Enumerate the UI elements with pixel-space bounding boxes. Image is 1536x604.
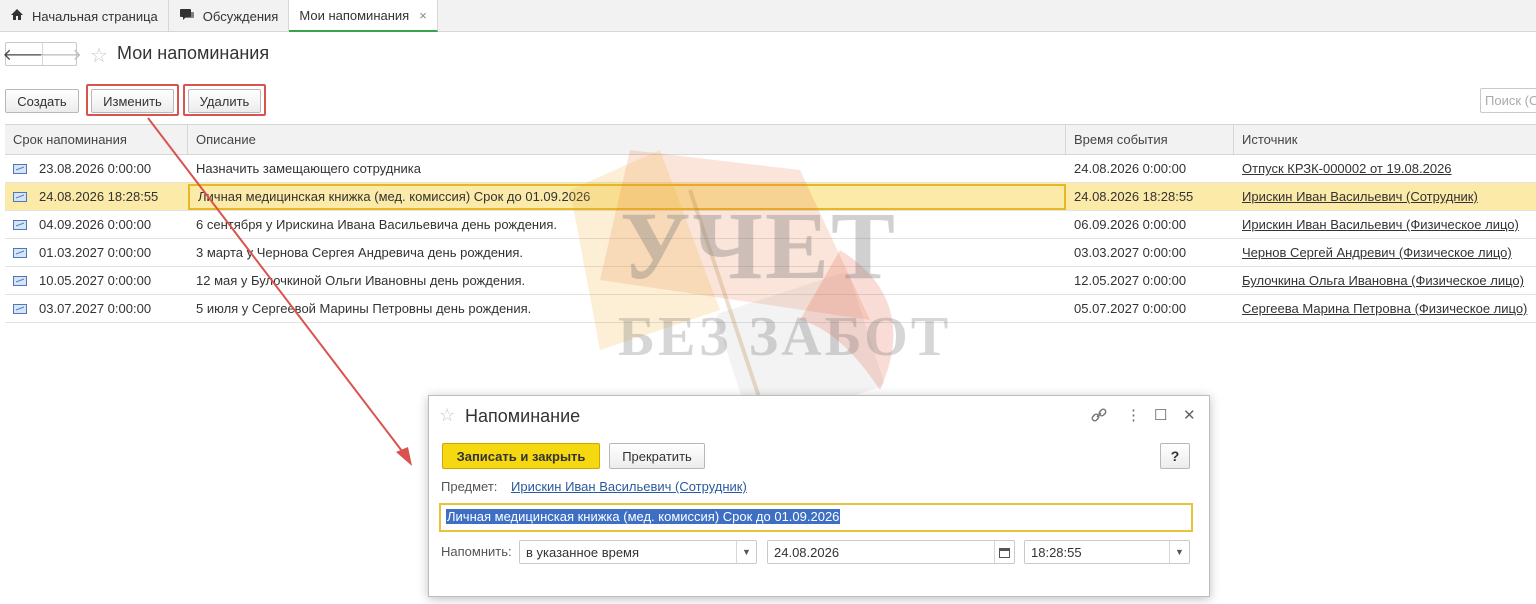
favorite-star-icon[interactable]: ☆ [90, 43, 108, 68]
cell-source-link[interactable]: Булочкина Ольга Ивановна (Физическое лиц… [1234, 267, 1536, 295]
maximize-icon[interactable]: ☐ [1154, 406, 1167, 424]
cell-event-time: 03.03.2027 0:00:00 [1074, 245, 1187, 260]
dialog-title: Напоминание [465, 406, 581, 426]
cell-source-link[interactable]: Ирискин Иван Васильевич (Сотрудник) [1234, 183, 1536, 211]
cell-event-time: 24.08.2026 0:00:00 [1074, 161, 1187, 176]
remind-mode-value: в указанное время [526, 545, 640, 560]
tab-discussions[interactable]: Обсуждения [169, 0, 290, 32]
reminder-icon [13, 163, 27, 174]
reminder-icon [13, 303, 27, 314]
reminder-icon [13, 219, 27, 230]
cell-due: 23.08.2026 0:00:00 [39, 161, 152, 176]
back-arrow-icon[interactable]: 🡐 [3, 43, 46, 65]
column-header-source[interactable]: Источник [1234, 125, 1536, 154]
chat-icon [179, 8, 195, 25]
cell-due: 03.07.2027 0:00:00 [39, 301, 152, 316]
stop-button[interactable]: Прекратить [609, 443, 705, 469]
favorite-star-icon[interactable]: ☆ [439, 405, 455, 426]
create-button[interactable]: Создать [5, 89, 79, 113]
link-icon[interactable] [1090, 406, 1108, 428]
column-header-due[interactable]: Срок напоминания [5, 125, 188, 154]
cell-due: 01.03.2027 0:00:00 [39, 245, 152, 260]
tab-label: Обсуждения [202, 8, 279, 24]
table-header: Срок напоминания Описание Время события … [5, 124, 1536, 155]
tab-bar: Начальная страница Обсуждения Мои напоми… [0, 0, 1536, 32]
cell-source-link[interactable]: Сергеева Марина Петровна (Физическое лиц… [1234, 295, 1536, 323]
close-icon[interactable]: ✕ [1183, 406, 1196, 424]
date-field[interactable]: 24.08.2026 [767, 540, 1015, 564]
cell-due: 10.05.2027 0:00:00 [39, 273, 152, 288]
reminder-icon [13, 191, 27, 202]
cell-event-time: 12.05.2027 0:00:00 [1074, 273, 1187, 288]
tab-label: Начальная страница [32, 8, 158, 24]
cell-event-time: 06.09.2026 0:00:00 [1074, 217, 1187, 232]
search-input[interactable]: Поиск (Ctrl+F) [1480, 88, 1536, 113]
calendar-icon[interactable] [994, 541, 1014, 563]
page-title: Мои напоминания [117, 43, 270, 63]
delete-button[interactable]: Удалить [188, 89, 261, 113]
chevron-down-icon[interactable]: ▼ [736, 541, 756, 563]
reminder-text-field[interactable]: Личная медицинская книжка (мед. комиссия… [439, 503, 1193, 532]
tab-label: Мои напоминания [299, 7, 410, 23]
cell-description: Назначить замещающего сотрудника [196, 161, 421, 176]
time-field[interactable]: 18:28:55 ▼ [1024, 540, 1190, 564]
date-value: 24.08.2026 [774, 545, 840, 560]
cell-event-time: 05.07.2027 0:00:00 [1074, 301, 1187, 316]
save-and-close-button[interactable]: Записать и закрыть [442, 443, 600, 469]
tab-my-reminders[interactable]: Мои напоминания × [289, 0, 438, 32]
watermark-text-line2: БЕЗ ЗАБОТ [618, 306, 952, 368]
remind-mode-select[interactable]: в указанное время ▼ [519, 540, 757, 564]
cell-due: 24.08.2026 18:28:55 [39, 189, 159, 204]
subject-link[interactable]: Ирискин Иван Васильевич (Сотрудник) [511, 479, 747, 494]
reminder-icon [13, 247, 27, 258]
remind-label: Напомнить: [441, 544, 512, 559]
column-header-description[interactable]: Описание [188, 125, 1066, 154]
reminder-text: Личная медицинская книжка (мед. комиссия… [446, 509, 841, 524]
home-icon [10, 8, 24, 24]
cell-event-time: 24.08.2026 18:28:55 [1074, 189, 1194, 204]
help-button[interactable]: ? [1160, 443, 1190, 469]
column-header-event-time[interactable]: Время события [1066, 125, 1234, 154]
forward-arrow-icon[interactable]: 🡒 [39, 43, 82, 65]
edit-button[interactable]: Изменить [91, 89, 174, 113]
chevron-down-icon[interactable]: ▼ [1169, 541, 1189, 563]
subject-label: Предмет: [441, 479, 498, 494]
watermark-text-line1: УЧЕТ [620, 192, 897, 299]
tab-home[interactable]: Начальная страница [0, 0, 169, 32]
time-value: 18:28:55 [1031, 545, 1082, 560]
history-nav: 🡐 🡒 [3, 42, 82, 66]
cell-source-link[interactable]: Ирискин Иван Васильевич (Физическое лицо… [1234, 211, 1536, 239]
cell-source-link[interactable]: Отпуск КРЗК-000002 от 19.08.2026 [1234, 155, 1536, 183]
cell-source-link[interactable]: Чернов Сергей Андревич (Физическое лицо) [1234, 239, 1536, 267]
table-row[interactable]: 23.08.2026 0:00:00 Назначить замещающего… [5, 155, 1536, 183]
close-tab-icon[interactable]: × [419, 8, 427, 23]
reminder-icon [13, 275, 27, 286]
reminder-dialog: ☆ Напоминание ⋮ ☐ ✕ Записать и закрыть П… [428, 395, 1210, 597]
more-actions-icon[interactable]: ⋮ [1126, 406, 1141, 424]
cell-due: 04.09.2026 0:00:00 [39, 217, 152, 232]
